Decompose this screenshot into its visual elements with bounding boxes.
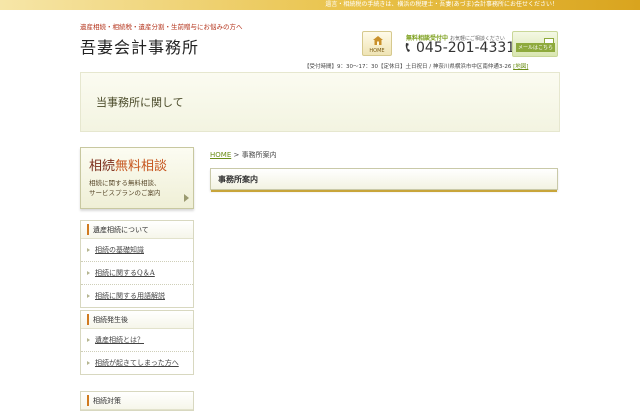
mail-button-label: メールはこちら bbox=[516, 43, 556, 52]
page-title: 事務所案内 bbox=[218, 175, 258, 184]
map-link[interactable]: [地図] bbox=[513, 64, 528, 70]
sidebar-menu-heading: 遺産相続について bbox=[81, 221, 193, 239]
breadcrumb-current: 事務所案内 bbox=[241, 151, 277, 159]
phone-number-text: 045-201-4331 bbox=[416, 40, 516, 56]
sidebar-item-what-is-inheritance[interactable]: 遺産相続とは？ bbox=[81, 329, 193, 352]
home-button[interactable]: HOME bbox=[362, 31, 392, 56]
sidebar-item-qa[interactable]: 相続に関するQ＆A bbox=[81, 262, 193, 285]
home-button-label: HOME bbox=[369, 48, 385, 54]
heading-accent-bar bbox=[87, 314, 89, 325]
sidebar-item-glossary[interactable]: 相続に関する用語解説 bbox=[81, 285, 193, 307]
phone-icon bbox=[405, 43, 410, 52]
home-icon bbox=[373, 36, 383, 45]
breadcrumb-home-link[interactable]: HOME bbox=[210, 151, 231, 159]
mail-button[interactable]: メールはこちら bbox=[512, 31, 558, 57]
page-title-box: 事務所案内 bbox=[210, 168, 558, 192]
sidebar-menu-after-occurrence: 相続発生後 遺産相続とは？ 相続が起きてしまった方へ bbox=[80, 310, 194, 375]
top-notice-bar: 遺言・相続税の手続きは、横浜の税理士・吾妻(あづま)会計事務所にお任せください！ bbox=[0, 0, 640, 10]
free-consult-banner[interactable]: 相続無料相談 相続に関する無料相談、 サービスプランのご案内 bbox=[80, 147, 194, 209]
site-header: 遺産相続・相続税・遺産分割・生前贈与にお悩みの方へ 吾妻会計事務所 HOME 無… bbox=[0, 10, 640, 70]
sidebar-item-inheritance-occurred[interactable]: 相続が起きてしまった方へ bbox=[81, 352, 193, 374]
sidebar-menu-heading-text: 相続発生後 bbox=[93, 316, 128, 324]
sidebar-menu-heading: 相続対策 bbox=[81, 392, 193, 410]
banner-headline: 相続無料相談 bbox=[89, 155, 167, 174]
business-hours-text: 【受付時間】9：30～17：30【定休日】土日祝日 / 神奈川県横浜市中区南仲通… bbox=[304, 64, 512, 70]
site-logo[interactable]: 吾妻会計事務所 bbox=[80, 34, 199, 58]
banner-headline-b: 無料相談 bbox=[115, 159, 168, 174]
sidebar-menu-heading-text: 相続対策 bbox=[93, 397, 121, 405]
phone-number[interactable]: 045-201-4331 bbox=[405, 40, 515, 56]
business-hours-info: 【受付時間】9：30～17：30【定休日】土日祝日 / 神奈川県横浜市中区南仲通… bbox=[304, 62, 560, 70]
sidebar-menu-heading: 相続発生後 bbox=[81, 311, 193, 329]
top-notice-text: 遺言・相続税の手続きは、横浜の税理士・吾妻(あづま)会計事務所にお任せください！ bbox=[325, 1, 558, 8]
banner-headline-a: 相続 bbox=[89, 159, 116, 174]
arrow-right-icon bbox=[184, 194, 189, 202]
banner-subtext-line2: サービスプランのご案内 bbox=[89, 189, 161, 197]
banner-subtext: 相続に関する無料相談、 サービスプランのご案内 bbox=[89, 178, 161, 198]
hero-banner: 当事務所に関して bbox=[80, 72, 560, 132]
heading-accent-bar bbox=[87, 224, 89, 235]
site-tagline: 遺産相続・相続税・遺産分割・生前贈与にお悩みの方へ bbox=[80, 23, 243, 31]
breadcrumb: HOME > 事務所案内 bbox=[210, 150, 277, 160]
banner-subtext-line1: 相続に関する無料相談、 bbox=[89, 179, 161, 187]
hero-title: 当事務所に関して bbox=[96, 96, 184, 109]
sidebar-item-basics[interactable]: 相続の基礎知識 bbox=[81, 239, 193, 262]
breadcrumb-separator: > bbox=[231, 151, 242, 159]
heading-accent-bar bbox=[87, 395, 89, 406]
sidebar-menu-inheritance: 遺産相続について 相続の基礎知識 相続に関するQ＆A 相続に関する用語解説 bbox=[80, 220, 194, 308]
sidebar-menu-heading-text: 遺産相続について bbox=[93, 226, 149, 234]
sidebar-menu-countermeasures: 相続対策 bbox=[80, 391, 194, 411]
